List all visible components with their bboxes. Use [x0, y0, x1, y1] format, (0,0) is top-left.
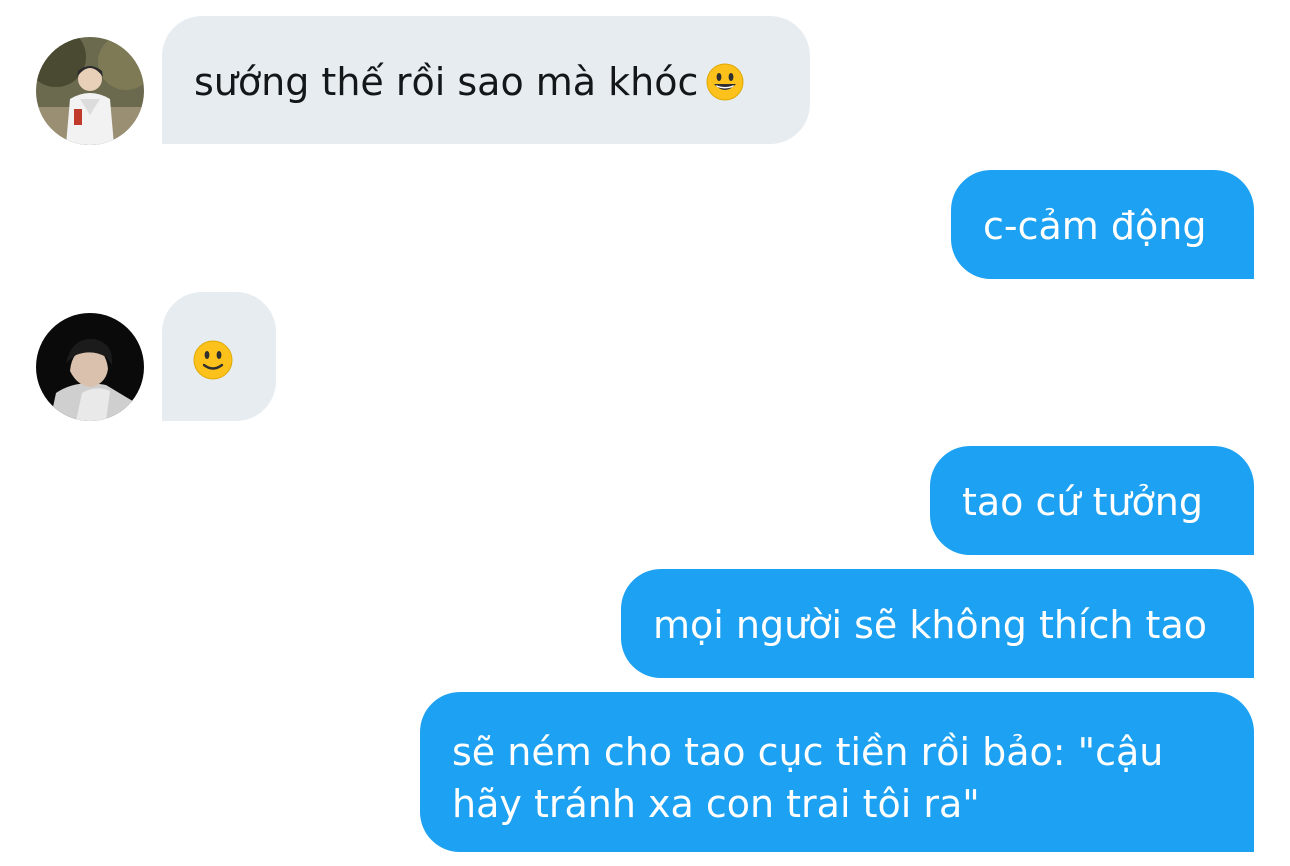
message-text: sướng thế rồi sao mà khóc	[194, 60, 699, 104]
sender-avatar[interactable]	[36, 37, 144, 145]
message-text: sẽ ném cho tao cục tiền rồi bảo: "cậu hã…	[452, 730, 1164, 826]
incoming-emoji-bubble[interactable]	[162, 292, 276, 421]
outgoing-message-bubble[interactable]: sẽ ném cho tao cục tiền rồi bảo: "cậu hã…	[420, 692, 1254, 852]
message-text: tao cứ tưởng	[962, 480, 1204, 524]
avatar-photo-icon	[36, 313, 144, 421]
message-text: mọi người sẽ không thích tao	[653, 603, 1207, 647]
grinning-face-emoji-icon	[706, 63, 744, 101]
outgoing-message-bubble[interactable]: tao cứ tưởng	[930, 446, 1254, 555]
incoming-message-bubble[interactable]: sướng thế rồi sao mà khóc	[162, 16, 810, 144]
outgoing-message-bubble[interactable]: c-cảm động	[951, 170, 1254, 279]
slightly-smiling-face-emoji-icon	[193, 340, 233, 380]
outgoing-message-bubble[interactable]: mọi người sẽ không thích tao	[621, 569, 1254, 678]
avatar-photo-icon	[36, 37, 144, 145]
sender-avatar[interactable]	[36, 313, 144, 421]
message-text: c-cảm động	[983, 204, 1207, 248]
